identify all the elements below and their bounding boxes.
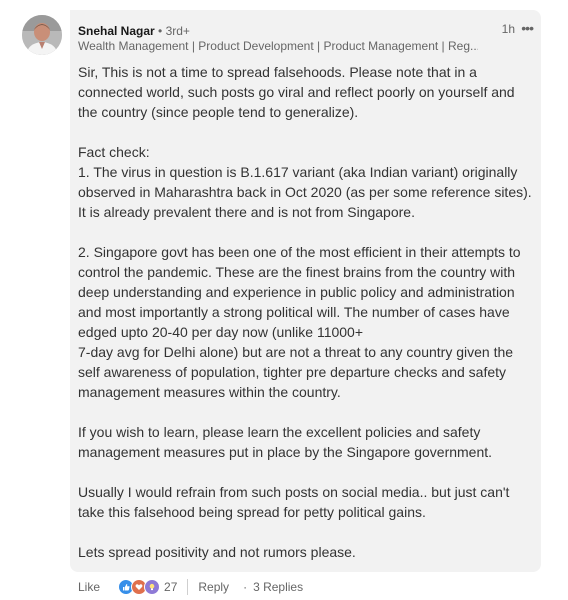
comment-paragraph: Usually I would refrain from such posts …	[78, 484, 510, 520]
like-button[interactable]: Like	[78, 580, 100, 594]
comment-paragraph: Lets spread positivity and not rumors pl…	[78, 544, 356, 560]
comment-bubble: Snehal Nagar • 3rd+ Wealth Management | …	[70, 10, 541, 572]
comment-timestamp: 1h	[501, 22, 515, 36]
insightful-icon	[144, 579, 161, 595]
author-name[interactable]: Snehal Nagar	[78, 24, 155, 38]
author-headline: Wealth Management | Product Development …	[78, 39, 478, 53]
comment-paragraph: If you wish to learn, please learn the e…	[78, 424, 493, 460]
connection-degree: • 3rd+	[158, 24, 190, 38]
author-line: Snehal Nagar • 3rd+	[78, 24, 190, 38]
comment-paragraph: 2. Singapore govt has been one of the mo…	[78, 244, 521, 400]
avatar[interactable]	[22, 15, 62, 55]
action-divider	[187, 579, 189, 595]
comment-text: Sir, This is not a time to spread falseh…	[78, 62, 533, 562]
reply-button[interactable]: Reply	[198, 580, 229, 594]
reaction-count[interactable]: 27	[164, 580, 177, 594]
separator-dot: ·	[243, 580, 248, 594]
replies-link[interactable]: 3 Replies	[253, 580, 303, 594]
comment-paragraph: Fact check: 1. The virus in question is …	[78, 144, 532, 220]
comment-paragraph: Sir, This is not a time to spread falseh…	[78, 64, 515, 120]
reactions-summary[interactable]	[118, 579, 161, 595]
profile-photo-icon	[22, 15, 62, 55]
comment-actions: Like 27 Reply · 3 Replies	[78, 577, 303, 597]
more-options-icon[interactable]: •••	[521, 20, 534, 36]
